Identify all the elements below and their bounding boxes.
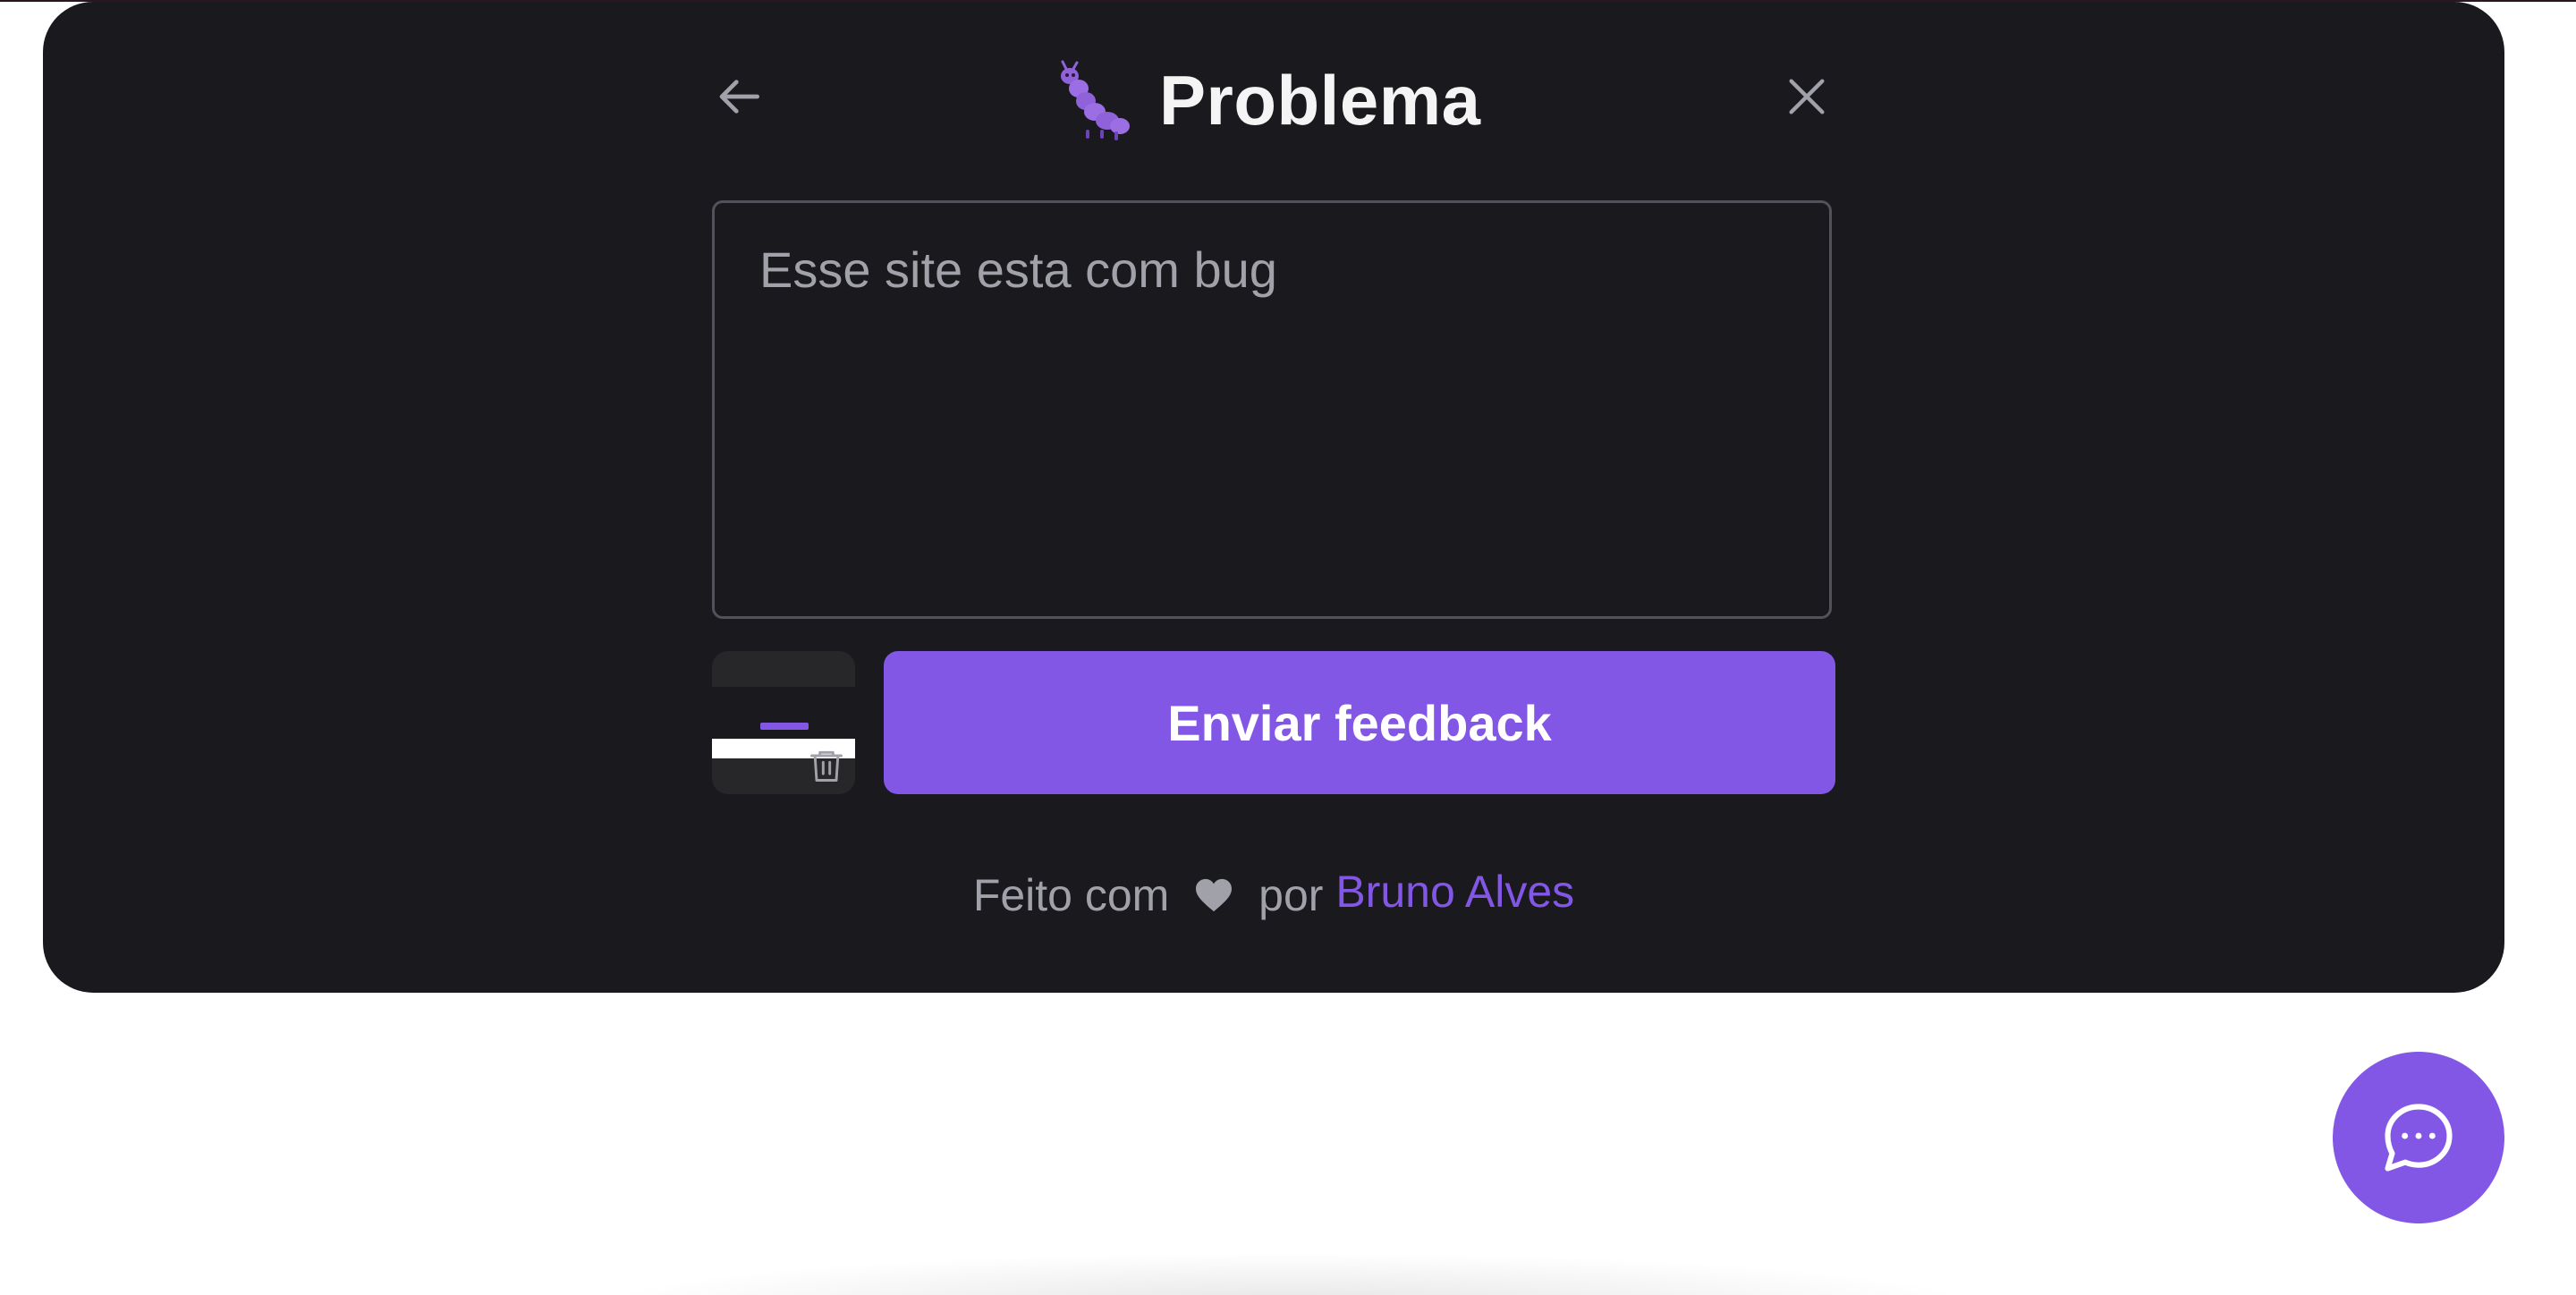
feedback-comment-input[interactable] bbox=[712, 200, 1832, 619]
widget-header: Problema bbox=[712, 50, 1835, 150]
widget-title-group: Problema bbox=[1052, 50, 1480, 150]
author-link[interactable]: Bruno Alves bbox=[1335, 867, 1574, 917]
widget-title: Problema bbox=[1159, 60, 1481, 140]
trash-icon bbox=[810, 750, 843, 782]
footer-prefix: Feito com bbox=[972, 869, 1170, 920]
arrow-left-icon bbox=[719, 80, 759, 114]
chat-dots-icon bbox=[2385, 1104, 2453, 1172]
close-icon bbox=[1789, 79, 1825, 114]
bug-caterpillar-icon bbox=[1061, 60, 1130, 140]
screenshot-preview[interactable] bbox=[712, 651, 855, 794]
back-button[interactable] bbox=[712, 68, 769, 125]
thumb-top-area bbox=[712, 651, 855, 687]
footer-credit: Feito com por Bruno Alves bbox=[712, 866, 1835, 921]
thumb-mini-button bbox=[760, 723, 809, 730]
heart-icon bbox=[1196, 878, 1233, 911]
footer-middle: por bbox=[1258, 869, 1324, 920]
thumb-mini-card bbox=[712, 687, 855, 739]
delete-screenshot-button[interactable] bbox=[805, 744, 848, 787]
close-button[interactable] bbox=[1778, 68, 1835, 125]
page: Problema Enviar feedback Feito co bbox=[0, 0, 2576, 1295]
open-feedback-widget-button[interactable] bbox=[2333, 1052, 2504, 1223]
page-bottom-shadow bbox=[590, 1252, 1986, 1295]
send-feedback-button[interactable]: Enviar feedback bbox=[884, 651, 1835, 794]
